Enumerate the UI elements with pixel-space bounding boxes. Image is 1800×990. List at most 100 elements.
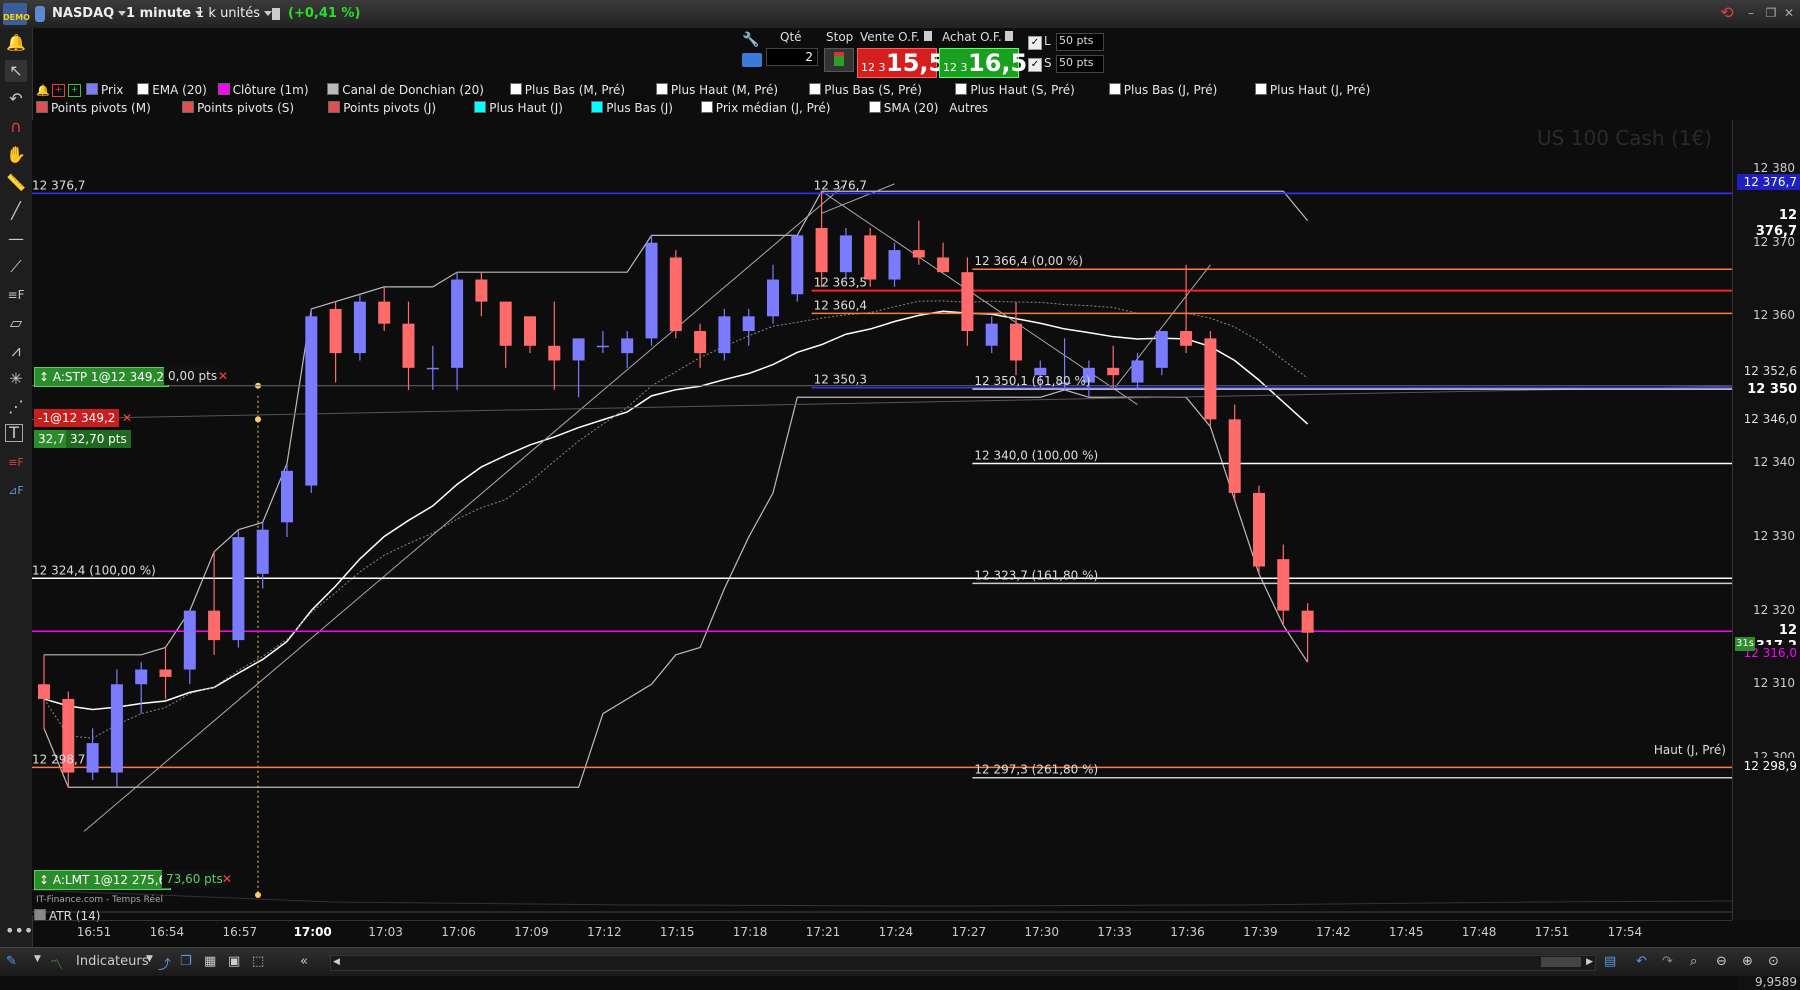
segment-icon[interactable]: ╱ — [5, 200, 27, 222]
indicators-button[interactable]: Indicateurs — [76, 954, 149, 970]
zoom-fit-icon[interactable]: ⌕ — [1690, 954, 1697, 970]
legend-item[interactable]: Prix médian (J, Pré) — [700, 101, 830, 115]
scroll-right-icon[interactable]: ▶ — [1586, 957, 1593, 967]
legend-item[interactable]: Prix — [86, 83, 123, 97]
hand-icon[interactable]: ✋ — [5, 144, 27, 166]
level-label: 12 376,7 — [32, 178, 85, 192]
price-axis[interactable]: 12 38012 37012 36012 35012 34012 33012 3… — [1732, 120, 1800, 990]
fib-extension-icon[interactable]: ⊿F — [5, 480, 27, 502]
legend-swatch — [137, 83, 150, 95]
level-label: 12 350,3 — [814, 373, 867, 387]
layout-icon[interactable]: ▦ — [204, 954, 216, 970]
time-tick: 17:33 — [1097, 925, 1132, 939]
fibonacci-icon[interactable]: ≡F — [5, 284, 27, 306]
sell-button[interactable]: 12 3 15,5 — [857, 48, 945, 78]
share-icon[interactable]: ⤴ — [158, 954, 171, 973]
price-chart[interactable]: US 100 Cash (1€) 12 376,7 12 376,7 12 366,… — [32, 120, 1732, 915]
timeframe-selector[interactable]: 1 minute — [126, 5, 204, 23]
stop-checkbox[interactable]: ✓ — [1028, 58, 1042, 72]
calendar-icon[interactable]: ▤ — [1604, 954, 1616, 970]
candle — [791, 235, 804, 302]
zoom-reset-icon[interactable]: ⊙ — [1768, 954, 1779, 970]
legend-item[interactable]: Plus Haut (S, Pré) — [955, 83, 1075, 97]
collapse-icon[interactable]: « — [300, 954, 308, 970]
chevron-down-icon[interactable]: ▼ — [146, 954, 153, 970]
legend-swatch — [328, 101, 341, 113]
candle — [839, 228, 852, 280]
wrench-icon[interactable]: 🔧 — [742, 32, 760, 48]
indicators-icon[interactable]: 〽 — [50, 954, 63, 973]
legend-item[interactable]: Autres — [949, 101, 988, 115]
fan-icon[interactable]: ⋰ — [5, 396, 27, 418]
time-axis[interactable]: 16:51 16:54 16:57 17:00 17:03 17:06 17:09 17:12… — [32, 920, 1732, 943]
price-tick: 12 360 — [1753, 308, 1795, 323]
restore-icon[interactable]: ❐ — [1764, 6, 1778, 20]
bell-icon[interactable]: 🔔 — [5, 32, 27, 54]
legend-item[interactable]: Points pivots (S) — [182, 101, 294, 115]
stop-input[interactable]: 50 pts — [1056, 55, 1104, 73]
legend-item[interactable]: Plus Haut (J, Pré) — [1254, 83, 1370, 97]
lock-icon[interactable] — [35, 6, 45, 22]
minimize-icon[interactable]: – — [1744, 6, 1758, 20]
time-tick: 17:03 — [368, 925, 403, 939]
fib-retrace-icon[interactable]: ≡F — [5, 452, 27, 474]
cancel-limit-button[interactable]: ✕ — [218, 870, 236, 888]
stop-button[interactable] — [824, 48, 854, 72]
close-position-button[interactable]: ✕ — [118, 409, 136, 427]
limit-input[interactable]: 50 pts — [1056, 33, 1104, 51]
limit-checkbox[interactable]: ✓ — [1028, 36, 1042, 50]
redo-icon[interactable]: ↷ — [1662, 954, 1673, 970]
trendline-icon[interactable]: ⟋ — [5, 256, 27, 278]
ruler-icon[interactable]: 📏 — [5, 172, 27, 194]
legend-item[interactable]: EMA (20) — [137, 83, 207, 97]
expand-icon[interactable]: + — [68, 84, 81, 97]
zoom-out-icon[interactable]: ⊖ — [1716, 954, 1727, 970]
legend-item[interactable]: Plus Haut (J) — [474, 101, 563, 115]
zoom-in-icon[interactable]: ⊕ — [1742, 954, 1753, 970]
instrument-selector[interactable]: NASDAQ — [52, 5, 127, 23]
copy-icon[interactable]: ❐ — [180, 954, 192, 970]
cancel-stop-button[interactable]: ✕ — [214, 367, 232, 385]
legend-item[interactable]: Points pivots (J) — [328, 101, 436, 115]
window-icon[interactable]: ▣ — [228, 954, 240, 970]
legend-item[interactable]: Plus Bas (J, Pré) — [1108, 83, 1217, 97]
channel-icon[interactable]: ▱ — [5, 312, 27, 334]
draw-tool-icon[interactable]: ✎ — [6, 954, 17, 970]
text-icon[interactable]: T — [5, 424, 23, 442]
position-tag[interactable]: -1@12 349,2 — [34, 409, 120, 427]
legend-item[interactable]: Plus Haut (M, Pré) — [655, 83, 778, 97]
units-selector[interactable]: 1 k unités — [196, 5, 273, 23]
legend-item[interactable]: Plus Bas (M, Pré) — [509, 83, 625, 97]
pitchfork-icon[interactable]: ⩘ — [5, 340, 27, 362]
gann-icon[interactable]: ✳ — [5, 368, 27, 390]
legend-item[interactable]: Plus Bas (S, Pré) — [809, 83, 922, 97]
time-scrollbar[interactable]: ◀ ▶ — [330, 955, 1596, 971]
alert-icon[interactable]: 🔔 — [36, 84, 50, 97]
scroll-thumb[interactable] — [1541, 957, 1581, 967]
keyboard-icon[interactable] — [742, 53, 762, 67]
legend-item[interactable]: SMA (20) — [868, 101, 938, 115]
buy-button[interactable]: 12 3 16,5 — [939, 48, 1027, 78]
cursor-icon[interactable]: ↖ — [5, 60, 27, 82]
legend-item[interactable]: Points pivots (M) — [36, 101, 151, 115]
more-icon[interactable]: ••• — [5, 920, 33, 942]
close-icon[interactable]: ✕ — [1782, 6, 1796, 20]
legend-item[interactable]: Plus Bas (J) — [591, 101, 673, 115]
export-icon[interactable]: ⬚ — [252, 954, 264, 970]
time-tick: 17:18 — [732, 925, 768, 939]
stop-order-tag[interactable]: ↕ A:STP 1@12 349,2 — [34, 367, 170, 387]
undo-draw-icon[interactable]: ↶ — [5, 88, 27, 110]
undo-icon[interactable]: ↶ — [1636, 954, 1647, 970]
sync-icon[interactable]: ⟲ — [1720, 5, 1734, 21]
horizontal-line-icon[interactable]: — — [5, 228, 27, 250]
limit-order-tag[interactable]: ↕ A:LMT 1@12 275,6 — [34, 870, 172, 890]
scroll-left-icon[interactable]: ◀ — [333, 957, 340, 967]
legend-item[interactable]: Clôture (1m) — [217, 83, 309, 97]
qty-input[interactable]: 2 — [766, 48, 818, 66]
time-tick: 16:51 — [76, 925, 112, 939]
add-indicator-icon[interactable]: + — [52, 84, 65, 97]
info-icon[interactable] — [272, 8, 280, 20]
legend-item[interactable]: Canal de Donchian (20) — [327, 83, 484, 97]
chevron-down-icon[interactable]: ▼ — [34, 954, 41, 970]
magnet-icon[interactable]: ∩ — [5, 116, 27, 138]
